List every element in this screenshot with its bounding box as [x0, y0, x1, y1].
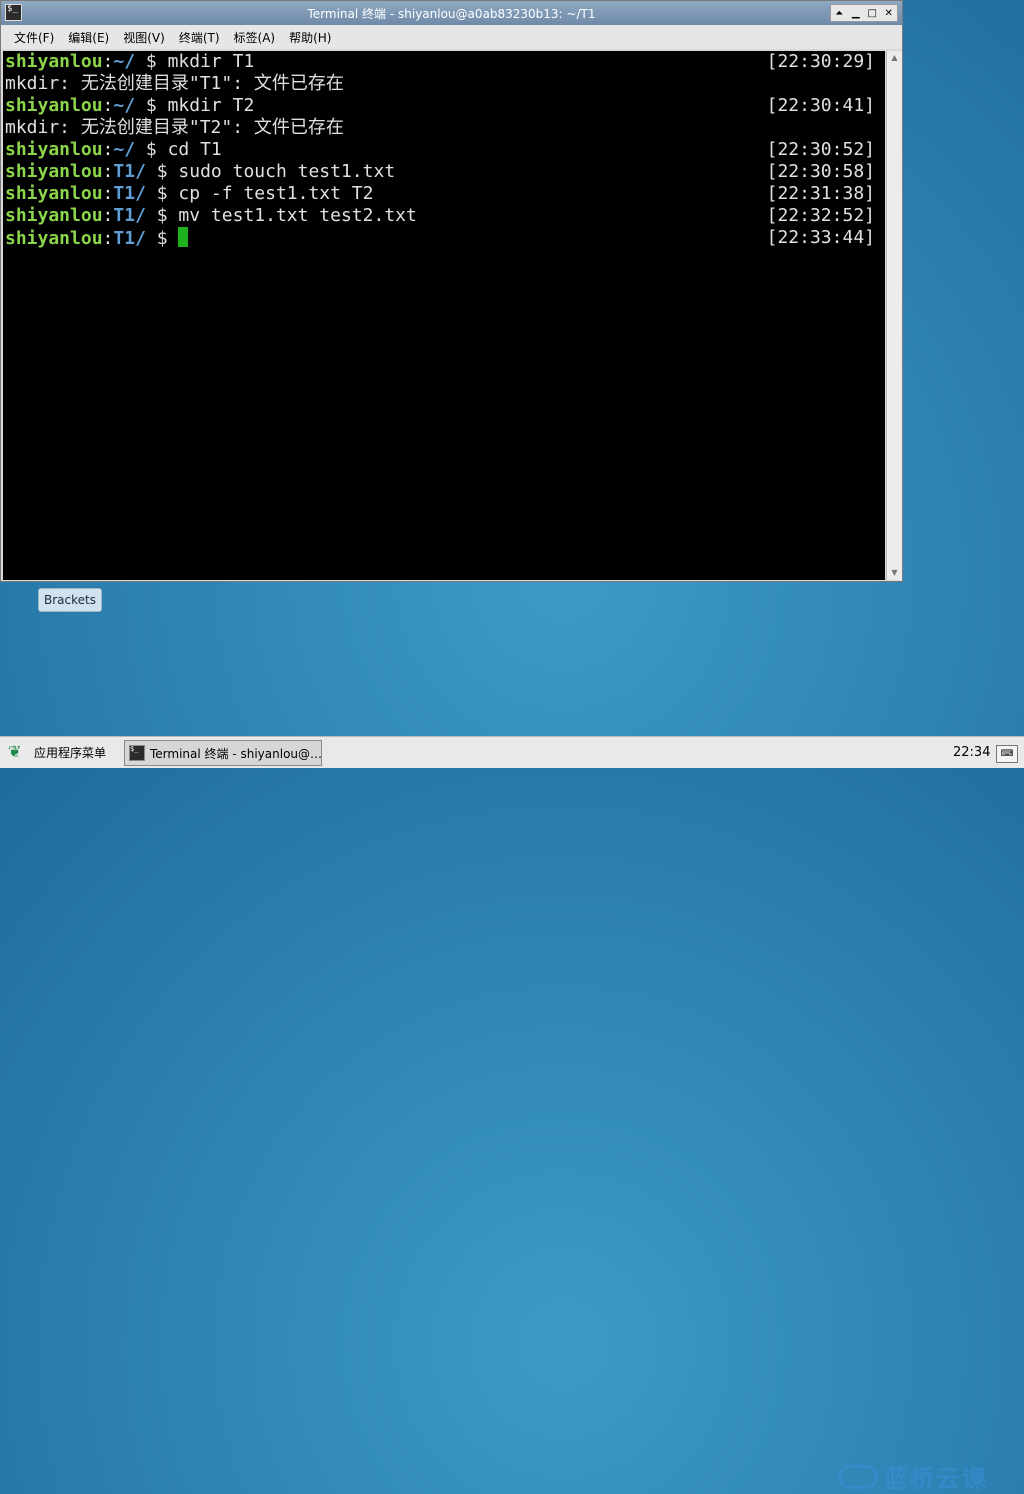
terminal-line: mkdir: 无法创建目录"T2": 文件已存在	[3, 117, 885, 139]
prompt-path: ~/	[113, 95, 136, 116]
menu-help[interactable]: 帮助(H)	[289, 29, 331, 46]
app-menu-label: 应用程序菜单	[34, 745, 107, 760]
command-text: $ mv test1.txt test2.txt	[145, 205, 417, 226]
desktop-icon-brackets[interactable]: Brackets	[38, 588, 102, 612]
timestamp: [22:31:38]	[766, 183, 875, 204]
prompt-colon: :	[102, 228, 114, 249]
terminal-line: shiyanlou:T1/ $ sudo touch test1.txt [22:…	[3, 161, 885, 183]
terminal-line: shiyanlou:T1/ $ [22:33:44]	[3, 227, 885, 249]
prompt-path: ~/	[113, 139, 136, 160]
command-text: $ cd T1	[135, 139, 222, 160]
shade-button[interactable]: ⏶	[831, 8, 847, 19]
terminal-line: mkdir: 无法创建目录"T1": 文件已存在	[3, 73, 885, 95]
prompt-user: shiyanlou	[5, 95, 103, 116]
terminal-line: shiyanlou:~/ $ cd T1 [22:30:52]	[3, 139, 885, 161]
timestamp: [22:30:58]	[766, 161, 875, 182]
menu-bar: 文件(F) 编辑(E) 视图(V) 终端(T) 标签(A) 帮助(H)	[1, 25, 902, 49]
task-label: Terminal 终端 - shiyanlou@…	[150, 746, 322, 761]
app-menu-button[interactable]: ❦ 应用程序菜单	[8, 743, 106, 761]
command-output: mkdir: 无法创建目录"T1": 文件已存在	[5, 73, 344, 94]
scroll-up-icon[interactable]: ▲	[887, 51, 902, 65]
keyboard-icon[interactable]: ⌨	[996, 745, 1018, 763]
command-text: $ cp -f test1.txt T2	[145, 183, 374, 204]
menu-file[interactable]: 文件(F)	[14, 29, 54, 46]
scroll-down-icon[interactable]: ▼	[887, 566, 902, 580]
window-title: Terminal 终端 - shiyanlou@a0ab83230b13: ~/…	[307, 7, 596, 21]
command-output: mkdir: 无法创建目录"T2": 文件已存在	[5, 117, 344, 138]
prompt-path: T1/	[113, 228, 146, 249]
prompt-colon: :	[102, 161, 114, 182]
terminal-output[interactable]: shiyanlou:~/ $ mkdir T1 [22:30:29] mkdir: …	[3, 51, 885, 580]
prompt-path: T1/	[113, 183, 146, 204]
prompt-colon: :	[102, 95, 114, 116]
prompt-colon: :	[102, 183, 114, 204]
prompt-user: shiyanlou	[5, 205, 103, 226]
prompt-path: ~/	[113, 51, 136, 72]
prompt-path: T1/	[113, 205, 146, 226]
command-text: $ sudo touch test1.txt	[145, 161, 396, 182]
terminal-line: shiyanlou:~/ $ mkdir T2 [22:30:41]	[3, 95, 885, 117]
terminal-line: shiyanlou:T1/ $ cp -f test1.txt T2 [22:31…	[3, 183, 885, 205]
prompt-user: shiyanlou	[5, 51, 103, 72]
menu-view[interactable]: 视图(V)	[123, 29, 165, 46]
prompt-user: shiyanlou	[5, 183, 103, 204]
menu-terminal[interactable]: 终端(T)	[179, 29, 220, 46]
minimize-button[interactable]: ▁	[848, 8, 864, 19]
watermark: 蓝桥云课	[838, 1459, 988, 1494]
window-titlebar[interactable]: $_ Terminal 终端 - shiyanlou@a0ab83230b13:…	[1, 1, 902, 25]
terminal-line: shiyanlou:T1/ $ mv test1.txt test2.txt [2…	[3, 205, 885, 227]
maximize-button[interactable]: □	[864, 8, 880, 19]
taskbar-terminal-task[interactable]: $_ Terminal 终端 - shiyanlou@…	[124, 740, 322, 766]
timestamp: [22:30:41]	[766, 95, 875, 116]
terminal-line: shiyanlou:~/ $ mkdir T1 [22:30:29]	[3, 51, 885, 73]
window-controls: ⏶ ▁ □ ✕	[830, 4, 898, 22]
command-text: $ mkdir T2	[135, 95, 255, 116]
terminal-scrollbar[interactable]: ▲ ▼	[886, 51, 902, 580]
prompt-user: shiyanlou	[5, 161, 103, 182]
terminal-window[interactable]: $_ Terminal 终端 - shiyanlou@a0ab83230b13:…	[0, 0, 903, 582]
clock[interactable]: 22:34	[953, 745, 990, 760]
prompt-user: shiyanlou	[5, 228, 103, 249]
command-text: $	[145, 228, 179, 249]
timestamp: [22:32:52]	[766, 205, 875, 226]
close-button[interactable]: ✕	[881, 8, 897, 19]
timestamp: [22:30:52]	[766, 139, 875, 160]
app-menu-icon: ❦	[8, 742, 22, 761]
menu-tabs[interactable]: 标签(A)	[234, 29, 276, 46]
watermark-logo-icon	[838, 1464, 878, 1489]
prompt-path: T1/	[113, 161, 146, 182]
terminal-icon: $_	[129, 745, 145, 761]
timestamp: [22:33:44]	[766, 227, 875, 248]
prompt-user: shiyanlou	[5, 139, 103, 160]
timestamp: [22:30:29]	[766, 51, 875, 72]
taskbar: ❦ 应用程序菜单 $_ Terminal 终端 - shiyanlou@… 蓝桥…	[0, 736, 1024, 1493]
command-text: $ mkdir T1	[135, 51, 255, 72]
prompt-colon: :	[102, 51, 114, 72]
prompt-colon: :	[102, 205, 114, 226]
prompt-colon: :	[102, 139, 114, 160]
watermark-text: 蓝桥云课	[884, 1465, 988, 1493]
menu-edit[interactable]: 编辑(E)	[68, 29, 109, 46]
terminal-cursor	[178, 227, 189, 247]
